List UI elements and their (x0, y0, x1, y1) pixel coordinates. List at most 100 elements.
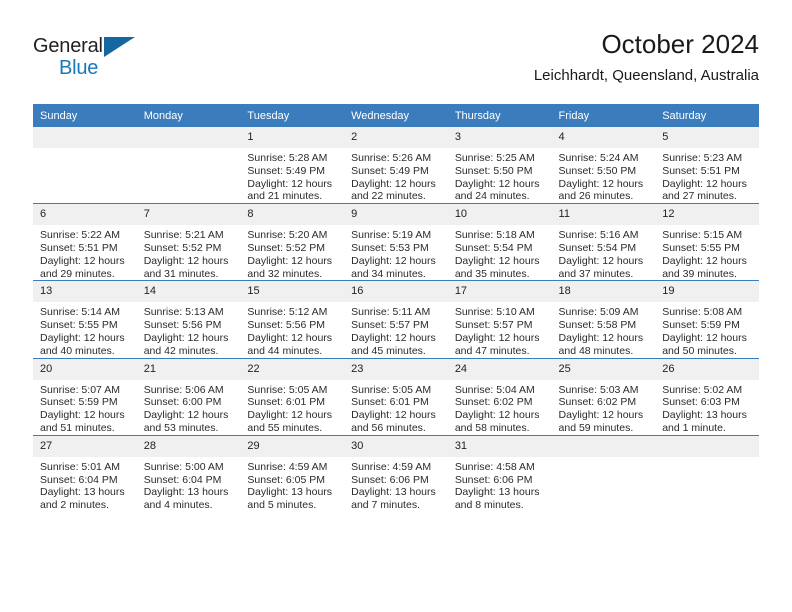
sunrise-text: Sunrise: 5:10 AM (454, 306, 535, 319)
sunset-text: Sunset: 5:56 PM (247, 319, 326, 332)
calendar-day-cell[interactable]: 19 Sunrise: 5:08 AM Sunset: 5:59 PM Dayligh… (655, 280, 759, 359)
calendar-day-cell[interactable]: 21 Sunrise: 5:06 AM Sunset: 6:00 PM Dayligh… (136, 357, 241, 436)
weekday-header-thursday: Thursday (447, 104, 552, 127)
location-subtitle: Leichhardt, Queensland, Australia (533, 67, 759, 84)
day-number: 31 (447, 435, 552, 457)
day-details: Sunrise: 5:16 AM Sunset: 5:54 PM Daylight:… (552, 225, 656, 280)
sunset-text: Sunset: 5:55 PM (662, 241, 740, 254)
day-number: 20 (33, 358, 137, 380)
weekday-header-friday: Friday (551, 104, 656, 127)
calendar-day-cell[interactable]: 28 Sunrise: 5:00 AM Sunset: 6:04 PM Dayligh… (136, 434, 241, 512)
daylight-text-cont: and 51 minutes. (40, 421, 115, 434)
sunrise-text: Sunrise: 5:08 AM (662, 306, 743, 319)
daylight-text-cont: and 35 minutes. (454, 267, 530, 280)
calendar-day-cell[interactable]: 7 Sunrise: 5:21 AM Sunset: 5:52 PM Daylight… (136, 203, 241, 281)
calendar-day-cell[interactable]: 27 Sunrise: 5:01 AM Sunset: 6:04 PM Dayligh… (33, 434, 137, 512)
sunrise-text: Sunrise: 5:16 AM (558, 229, 639, 242)
calendar-day-cell[interactable]: 3 Sunrise: 5:25 AM Sunset: 5:50 PM Daylight… (447, 127, 552, 204)
calendar-day-cell[interactable]: 1 Sunrise: 5:28 AM Sunset: 5:49 PM Daylight… (240, 127, 345, 204)
calendar-day-cell[interactable]: 30 Sunrise: 4:59 AM Sunset: 6:06 PM Dayligh… (344, 434, 448, 512)
sunset-text: Sunset: 5:51 PM (40, 241, 118, 254)
sunrise-sunset-calendar: Sunday Monday Tuesday Wednesday Thursday… (33, 104, 759, 512)
daylight-text: Daylight: 12 hours (662, 331, 747, 344)
day-number: 24 (447, 358, 552, 380)
sunrise-text: Sunrise: 5:02 AM (662, 383, 743, 396)
daylight-text: Daylight: 12 hours (247, 331, 333, 344)
sunrise-text: Sunrise: 5:20 AM (247, 229, 328, 242)
weekday-header-saturday: Saturday (655, 104, 759, 127)
calendar-day-cell[interactable]: 23 Sunrise: 5:05 AM Sunset: 6:01 PM Dayligh… (344, 357, 448, 436)
calendar-day-cell[interactable]: 2 Sunrise: 5:26 AM Sunset: 5:49 PM Daylight… (344, 127, 448, 204)
calendar-day-cell[interactable]: 24 Sunrise: 5:04 AM Sunset: 6:02 PM Dayligh… (447, 357, 552, 436)
sunset-text: Sunset: 6:03 PM (662, 396, 740, 409)
day-details: Sunrise: 5:04 AM Sunset: 6:02 PM Daylight:… (448, 380, 552, 435)
day-details: Sunrise: 5:09 AM Sunset: 5:58 PM Daylight:… (552, 302, 656, 357)
sunset-text: Sunset: 5:55 PM (40, 319, 118, 332)
calendar-day-cell[interactable]: 20 Sunrise: 5:07 AM Sunset: 5:59 PM Dayligh… (33, 357, 137, 436)
calendar-day-cell[interactable]: 13 Sunrise: 5:14 AM Sunset: 5:55 PM Dayligh… (33, 280, 137, 359)
calendar-day-cell[interactable]: 8 Sunrise: 5:20 AM Sunset: 5:52 PM Daylight… (240, 203, 345, 281)
day-details: Sunrise: 5:07 AM Sunset: 5:59 PM Daylight:… (33, 380, 137, 435)
calendar-day-cell[interactable]: 9 Sunrise: 5:19 AM Sunset: 5:53 PM Daylight… (344, 203, 448, 281)
sunrise-text: Sunrise: 5:28 AM (247, 152, 328, 164)
daylight-text-cont: and 37 minutes. (558, 267, 634, 280)
general-blue-logo[interactable]: General Blue (33, 34, 143, 90)
daylight-text: Daylight: 12 hours (40, 409, 125, 422)
calendar-day-cell-empty (33, 127, 137, 204)
day-number: 14 (136, 281, 241, 303)
daylight-text: Daylight: 13 hours (247, 486, 333, 499)
calendar-day-cell[interactable]: 5 Sunrise: 5:23 AM Sunset: 5:51 PM Daylight… (655, 127, 759, 204)
day-number: 18 (551, 281, 656, 303)
sunset-text: Sunset: 6:00 PM (143, 396, 222, 409)
day-details: Sunrise: 4:58 AM Sunset: 6:06 PM Daylight:… (448, 457, 552, 512)
calendar-day-cell[interactable]: 31 Sunrise: 4:58 AM Sunset: 6:06 PM Dayligh… (447, 434, 552, 512)
calendar-day-cell[interactable]: 15 Sunrise: 5:12 AM Sunset: 5:56 PM Dayligh… (240, 280, 345, 359)
daylight-text: Daylight: 12 hours (40, 254, 125, 267)
calendar-day-cell[interactable]: 25 Sunrise: 5:03 AM Sunset: 6:02 PM Dayligh… (551, 357, 656, 436)
calendar-day-cell[interactable]: 26 Sunrise: 5:02 AM Sunset: 6:03 PM Dayligh… (655, 357, 759, 436)
day-number: 17 (447, 281, 552, 303)
day-details: Sunrise: 4:59 AM Sunset: 6:06 PM Daylight:… (344, 457, 448, 512)
calendar-day-cell[interactable]: 11 Sunrise: 5:16 AM Sunset: 5:54 PM Dayligh… (551, 203, 656, 281)
weekday-header-tuesday: Tuesday (240, 104, 345, 127)
calendar-day-cell[interactable]: 14 Sunrise: 5:13 AM Sunset: 5:56 PM Dayligh… (136, 280, 241, 359)
sunset-text: Sunset: 5:59 PM (662, 319, 740, 332)
daylight-text: Daylight: 12 hours (662, 254, 747, 267)
calendar-day-cell[interactable]: 6 Sunrise: 5:22 AM Sunset: 5:51 PM Daylight… (33, 203, 137, 281)
daylight-text: Daylight: 12 hours (662, 177, 747, 190)
sunset-text: Sunset: 5:54 PM (558, 241, 637, 254)
sunrise-text: Sunrise: 5:25 AM (454, 152, 535, 164)
calendar-day-cell[interactable]: 18 Sunrise: 5:09 AM Sunset: 5:58 PM Dayligh… (551, 280, 656, 359)
daylight-text-cont: and 4 minutes. (143, 499, 213, 512)
sunrise-text: Sunrise: 5:19 AM (351, 229, 432, 242)
daylight-text-cont: and 21 minutes. (247, 190, 323, 203)
daylight-text: Daylight: 12 hours (454, 254, 540, 267)
daylight-text-cont: and 59 minutes. (558, 421, 634, 434)
calendar-day-cell[interactable]: 17 Sunrise: 5:10 AM Sunset: 5:57 PM Dayligh… (447, 280, 552, 359)
daylight-text-cont: and 24 minutes. (454, 190, 530, 203)
sunset-text: Sunset: 5:58 PM (558, 319, 637, 332)
calendar-day-cell[interactable]: 22 Sunrise: 5:05 AM Sunset: 6:01 PM Dayligh… (240, 357, 345, 436)
sunrise-text: Sunrise: 5:15 AM (662, 229, 743, 242)
daylight-text-cont: and 44 minutes. (247, 344, 323, 357)
calendar-day-cell[interactable]: 10 Sunrise: 5:18 AM Sunset: 5:54 PM Dayligh… (447, 203, 552, 281)
calendar-day-cell[interactable]: 4 Sunrise: 5:24 AM Sunset: 5:50 PM Daylight… (551, 127, 656, 204)
sunrise-text: Sunrise: 5:05 AM (351, 383, 432, 396)
daylight-text-cont: and 26 minutes. (558, 190, 634, 203)
sunset-text: Sunset: 5:56 PM (143, 319, 222, 332)
day-number: 7 (136, 204, 241, 226)
day-details: Sunrise: 5:28 AM Sunset: 5:49 PM Daylight:… (240, 148, 344, 203)
daylight-text: Daylight: 13 hours (351, 486, 436, 499)
calendar-day-cell[interactable]: 29 Sunrise: 4:59 AM Sunset: 6:05 PM Dayligh… (240, 434, 345, 512)
daylight-text-cont: and 39 minutes. (662, 267, 737, 280)
day-number: 23 (344, 358, 448, 380)
calendar-day-cell[interactable]: 16 Sunrise: 5:11 AM Sunset: 5:57 PM Dayligh… (344, 280, 448, 359)
calendar-page: General Blue October 2024 Leichhardt, Qu… (0, 0, 792, 612)
sunrise-text: Sunrise: 5:09 AM (558, 306, 639, 319)
calendar-day-cell[interactable]: 12 Sunrise: 5:15 AM Sunset: 5:55 PM Dayligh… (655, 203, 759, 281)
daylight-text-cont: and 29 minutes. (40, 267, 115, 280)
day-details: Sunrise: 5:03 AM Sunset: 6:02 PM Daylight:… (552, 380, 656, 435)
sunset-text: Sunset: 5:57 PM (351, 319, 429, 332)
daylight-text-cont: and 53 minutes. (143, 421, 219, 434)
calendar-body: 1 Sunrise: 5:28 AM Sunset: 5:49 PM Daylight… (33, 127, 759, 512)
